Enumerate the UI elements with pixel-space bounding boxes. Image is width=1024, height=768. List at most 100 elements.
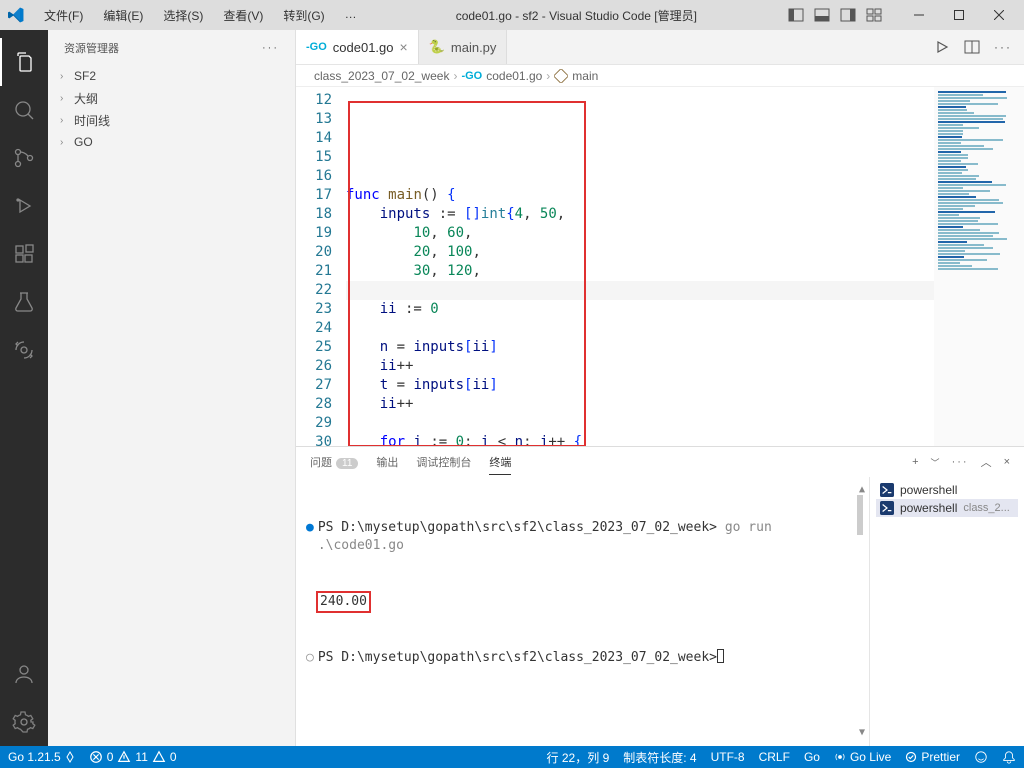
title-bar: 文件(F) 编辑(E) 选择(S) 查看(V) 转到(G) … code01.g…: [0, 0, 1024, 30]
terminal-entry[interactable]: powershell: [876, 481, 1018, 499]
terminal-entry-label: powershell: [900, 483, 957, 497]
close-icon[interactable]: ×: [400, 39, 408, 55]
terminal-prompt: PS D:\mysetup\gopath\src\sf2\class_2023_…: [318, 520, 717, 535]
layout-panel-left-icon[interactable]: [788, 7, 804, 23]
maximize-button[interactable]: [942, 3, 976, 27]
more-icon[interactable]: ···: [994, 40, 1012, 54]
window-controls: [902, 3, 1016, 27]
broadcast-icon: [834, 751, 846, 763]
layout-panel-bottom-icon[interactable]: [814, 7, 830, 23]
minimap[interactable]: [934, 87, 1024, 446]
status-feedback-icon[interactable]: [974, 749, 988, 766]
tree-label: 时间线: [74, 112, 110, 129]
menu-bar: 文件(F) 编辑(E) 选择(S) 查看(V) 转到(G) …: [36, 5, 365, 26]
tab-main-py[interactable]: 🐍 main.py: [419, 30, 508, 64]
menu-goto[interactable]: 转到(G): [275, 5, 332, 26]
tree-item-outline[interactable]: ›大纲: [48, 87, 295, 109]
check-icon: [905, 751, 917, 763]
editor-area: -GO code01.go × 🐍 main.py ··· class_2023…: [296, 30, 1024, 746]
terminal[interactable]: ●PS D:\mysetup\gopath\src\sf2\class_2023…: [296, 477, 869, 746]
vscode-logo-icon: [8, 7, 24, 23]
status-encoding[interactable]: UTF-8: [711, 749, 745, 766]
terminal-prompt: PS D:\mysetup\gopath\src\sf2\class_2023_…: [318, 649, 717, 667]
breadcrumb-file[interactable]: code01.go: [486, 69, 542, 83]
activity-settings-icon[interactable]: [0, 698, 48, 746]
activity-accounts-icon[interactable]: [0, 650, 48, 698]
tree-item-timeline[interactable]: ›时间线: [48, 109, 295, 131]
tab-code01-go[interactable]: -GO code01.go ×: [296, 30, 419, 64]
activity-scm-icon[interactable]: [0, 134, 48, 182]
status-eol[interactable]: CRLF: [759, 749, 790, 766]
window-title: code01.go - sf2 - Visual Studio Code [管理…: [365, 7, 788, 24]
status-golive[interactable]: Go Live: [834, 749, 891, 766]
python-file-icon: 🐍: [429, 39, 445, 55]
breadcrumb-folder[interactable]: class_2023_07_02_week: [314, 69, 449, 83]
problems-badge: 11: [336, 458, 358, 469]
run-icon[interactable]: [934, 39, 950, 55]
breadcrumbs[interactable]: class_2023_07_02_week › -GO code01.go › …: [296, 65, 1024, 87]
sidebar-tree: ›SF2 ›大纲 ›时间线 ›GO: [48, 65, 295, 153]
terminal-dropdown-icon[interactable]: ﹀: [931, 456, 940, 469]
new-terminal-icon[interactable]: +: [912, 456, 918, 468]
tab-label: main.py: [451, 40, 497, 55]
sidebar: 资源管理器 ··· ›SF2 ›大纲 ›时间线 ›GO: [48, 30, 296, 746]
activity-remote-icon[interactable]: [0, 326, 48, 374]
bullet-icon: ○: [306, 649, 314, 667]
panel-tab-debug-console[interactable]: 调试控制台: [416, 450, 471, 474]
error-icon: [89, 750, 103, 764]
activity-explorer-icon[interactable]: [0, 38, 48, 86]
code-editor[interactable]: func main() { inputs := []int{4, 50, 10,…: [346, 87, 934, 446]
panel-tab-problems[interactable]: 问题11: [310, 450, 358, 474]
go-file-icon: -GO: [461, 70, 482, 82]
panel-tabs: 问题11 输出 调试控制台 终端 + ﹀ ··· ︿ ×: [296, 447, 1024, 477]
chevron-right-icon: ›: [60, 137, 72, 148]
sidebar-more-icon[interactable]: ···: [262, 42, 279, 54]
status-cursor[interactable]: 行 22，列 9: [547, 749, 610, 766]
tree-item-go[interactable]: ›GO: [48, 131, 295, 153]
layout-panel-right-icon[interactable]: [840, 7, 856, 23]
tree-label: 大纲: [74, 90, 98, 107]
activity-extensions-icon[interactable]: [0, 230, 48, 278]
layout-controls: [788, 7, 882, 23]
status-notifications-icon[interactable]: [1002, 749, 1016, 766]
editor-tabs: -GO code01.go × 🐍 main.py ···: [296, 30, 1024, 65]
menu-select[interactable]: 选择(S): [155, 5, 211, 26]
split-editor-icon[interactable]: [964, 39, 980, 55]
status-prettier[interactable]: Prettier: [905, 749, 960, 766]
status-problems[interactable]: 0 11 0: [89, 750, 177, 764]
editor-actions: ···: [934, 30, 1024, 64]
terminal-scrollbar[interactable]: ▲ ▼: [855, 481, 865, 742]
activity-testing-icon[interactable]: [0, 278, 48, 326]
menu-more[interactable]: …: [337, 5, 365, 26]
panel-maximize-icon[interactable]: ︿: [981, 454, 992, 470]
panel-tab-output[interactable]: 输出: [376, 450, 398, 474]
activity-bar: [0, 30, 48, 746]
symbol-function-icon: [554, 69, 568, 83]
tree-label: GO: [74, 135, 93, 149]
tree-label: SF2: [74, 69, 96, 83]
panel-more-icon[interactable]: ···: [952, 456, 969, 468]
panel-tab-terminal[interactable]: 终端: [489, 450, 511, 475]
terminal-output-highlighted: 240.00: [316, 591, 371, 613]
activity-search-icon[interactable]: [0, 86, 48, 134]
cursor-icon: [717, 649, 724, 663]
editor-content: 12131415161718192021222324252627282930 f…: [296, 87, 1024, 446]
breadcrumb-symbol[interactable]: main: [572, 69, 598, 83]
status-indent[interactable]: 制表符长度: 4: [623, 749, 696, 766]
minimize-button[interactable]: [902, 3, 936, 27]
close-button[interactable]: [982, 3, 1016, 27]
line-gutter: 12131415161718192021222324252627282930: [296, 87, 346, 446]
tree-item-sf2[interactable]: ›SF2: [48, 65, 295, 87]
menu-view[interactable]: 查看(V): [215, 5, 271, 26]
menu-file[interactable]: 文件(F): [36, 5, 91, 26]
panel-close-icon[interactable]: ×: [1004, 456, 1010, 468]
status-go-version[interactable]: Go 1.21.5: [8, 750, 75, 764]
status-language[interactable]: Go: [804, 749, 820, 766]
powershell-icon: [880, 483, 894, 497]
layout-customize-icon[interactable]: [866, 7, 882, 23]
sidebar-header: 资源管理器 ···: [48, 30, 295, 65]
terminal-entry-extra: class_2...: [963, 502, 1009, 514]
panel-body: ●PS D:\mysetup\gopath\src\sf2\class_2023…: [296, 477, 1024, 746]
menu-edit[interactable]: 编辑(E): [95, 5, 151, 26]
activity-debug-icon[interactable]: [0, 182, 48, 230]
